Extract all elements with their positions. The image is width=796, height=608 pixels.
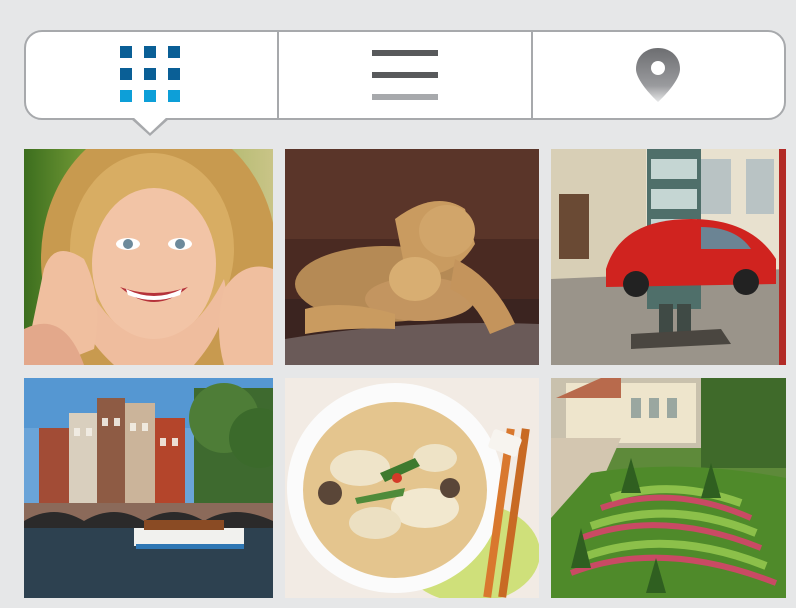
map-pin-icon xyxy=(636,48,681,102)
photo-tile-canal[interactable] xyxy=(24,378,273,598)
photo-tile-girl[interactable] xyxy=(24,149,273,365)
tab-map-view[interactable] xyxy=(530,32,784,118)
tab-list-view[interactable] xyxy=(277,32,530,118)
photo-formal-garden xyxy=(551,378,786,598)
list-icon xyxy=(371,50,438,100)
photo-tile-lioness[interactable] xyxy=(285,149,539,365)
photo-tile-red-car[interactable] xyxy=(551,149,786,365)
photo-lioness-and-cub xyxy=(285,149,539,365)
photo-grid xyxy=(24,149,786,598)
photo-girl-smiling xyxy=(24,149,273,365)
photo-red-beetle-car xyxy=(551,149,786,365)
photo-canal-houses xyxy=(24,378,273,598)
grid-icon xyxy=(119,46,180,102)
selected-tab-pointer-fill xyxy=(132,116,168,133)
photo-noodle-soup xyxy=(285,378,539,598)
tab-grid-view[interactable] xyxy=(26,32,277,118)
photo-browser xyxy=(0,0,796,608)
view-switcher xyxy=(24,30,786,120)
photo-tile-soup[interactable] xyxy=(285,378,539,598)
photo-tile-garden[interactable] xyxy=(551,378,786,598)
